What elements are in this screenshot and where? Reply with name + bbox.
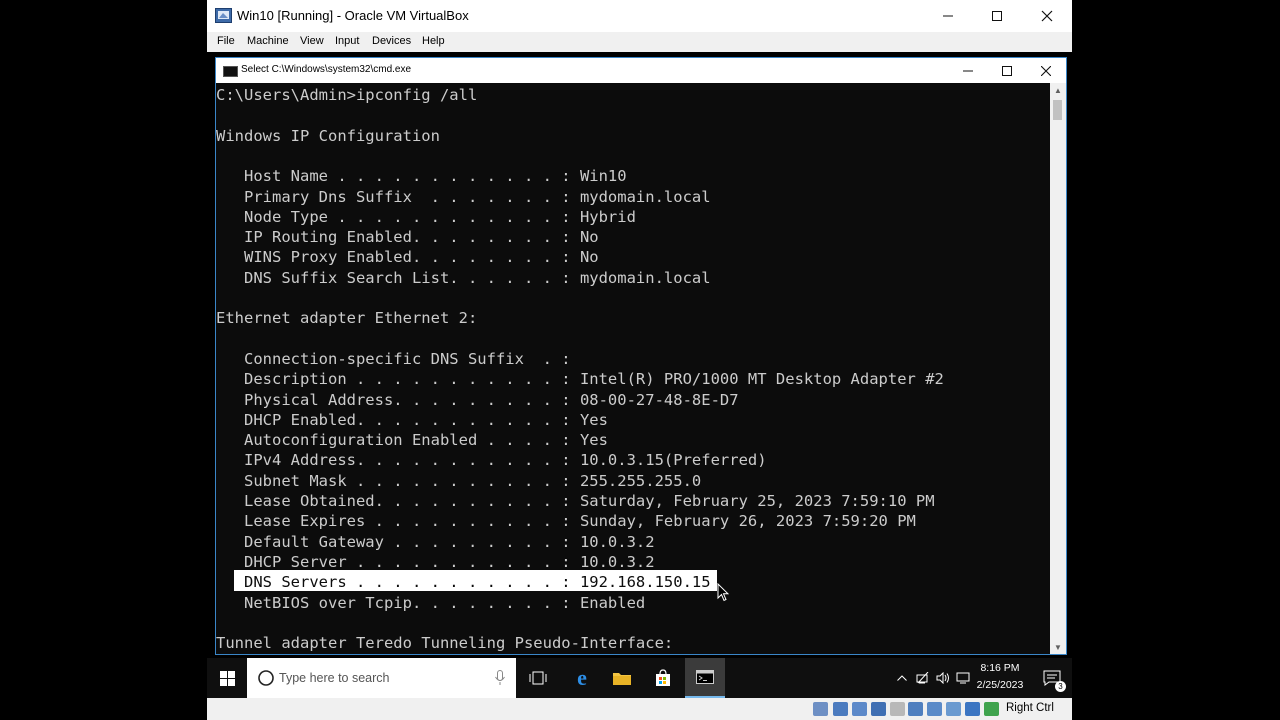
guest-screen[interactable]: Select C:\Windows\system32\cmd.exe C:\Us… [207, 52, 1072, 698]
console-line: C:\Users\Admin>ipconfig /all [216, 86, 478, 104]
cpu-icon[interactable] [965, 702, 980, 716]
console-line: Lease Expires . . . . . . . . . . : Sund… [216, 512, 916, 531]
mouse-integration-icon[interactable] [984, 702, 999, 716]
cmd-app-icon [696, 670, 714, 684]
chevron-up-icon [897, 675, 907, 681]
menu-machine[interactable]: Machine [247, 35, 289, 47]
usb-icon[interactable] [890, 702, 905, 716]
edge-icon: e [577, 665, 587, 690]
cmd-window: Select C:\Windows\system32\cmd.exe C:\Us… [215, 57, 1067, 655]
cmd-title-bar[interactable]: Select C:\Windows\system32\cmd.exe [216, 58, 1066, 83]
virtualbox-status-bar: Right Ctrl [207, 698, 1072, 720]
network-adapter-icon[interactable] [871, 702, 886, 716]
search-circle-icon [258, 670, 274, 686]
close-button[interactable] [1022, 0, 1072, 32]
close-icon [1041, 10, 1053, 22]
network-tray-button[interactable] [913, 658, 933, 698]
scroll-up-icon[interactable]: ▲ [1050, 83, 1066, 97]
menu-file[interactable]: File [217, 35, 235, 47]
window-title: Win10 [Running] - Oracle VM VirtualBox [237, 8, 469, 23]
console-line: IPv4 Address. . . . . . . . . . . : 10.0… [216, 451, 767, 470]
console-line: Connection-specific DNS Suffix . : [216, 349, 571, 368]
optical-drive-icon[interactable] [833, 702, 848, 716]
menu-view[interactable]: View [300, 35, 324, 47]
taskbar-search-box[interactable]: Type here to search [247, 658, 516, 698]
console-line: Host Name . . . . . . . . . . . . : Win1… [216, 167, 627, 186]
maximize-button[interactable] [972, 0, 1022, 32]
host-key-label: Right Ctrl [1006, 702, 1054, 714]
cmd-close-button[interactable] [1026, 58, 1066, 83]
folder-icon [613, 673, 631, 685]
clock-time: 8:16 PM [980, 662, 1020, 674]
file-explorer-button[interactable] [604, 658, 640, 698]
console-line: DHCP Server . . . . . . . . . . . : 10.0… [216, 552, 655, 571]
task-view-icon [529, 671, 547, 685]
virtualbox-icon [215, 8, 232, 23]
console-line: Default Gateway . . . . . . . . . : 10.0… [216, 532, 655, 551]
console-line: Tunnel adapter Teredo Tunneling Pseudo-I… [216, 634, 674, 653]
console-line: Physical Address. . . . . . . . . : 08-0… [216, 390, 739, 409]
menu-help[interactable]: Help [422, 35, 445, 47]
console-line: Node Type . . . . . . . . . . . . : Hybr… [216, 207, 636, 226]
cmd-title: Select C:\Windows\system32\cmd.exe [241, 64, 412, 75]
speaker-icon [936, 672, 949, 684]
console-line: WINS Proxy Enabled. . . . . . . . : No [216, 248, 599, 267]
microphone-icon[interactable] [495, 670, 505, 686]
console-line: Primary Dns Suffix . . . . . . . : mydom… [216, 187, 711, 206]
minimize-icon [963, 70, 973, 71]
windows-logo-icon [219, 670, 235, 686]
console-line: DHCP Enabled. . . . . . . . . . . : Yes [216, 410, 608, 429]
clock-date: 2/25/2023 [976, 679, 1024, 691]
store-button[interactable] [645, 658, 681, 698]
start-button[interactable] [207, 658, 247, 698]
notification-count: 3 [1055, 681, 1066, 692]
taskbar-clock[interactable]: 8:16 PM 2/25/2023 [965, 660, 1035, 694]
console-line: IP Routing Enabled. . . . . . . . : No [216, 228, 599, 247]
console-line: Ethernet adapter Ethernet 2: [216, 309, 478, 328]
minimize-icon [943, 15, 953, 17]
console-line: Autoconfiguration Enabled . . . . : Yes [216, 431, 608, 450]
volume-tray-button[interactable] [933, 658, 953, 698]
console-line: Lease Obtained. . . . . . . . . . : Satu… [216, 492, 935, 510]
close-icon [1041, 65, 1051, 76]
maximize-icon [992, 11, 1002, 21]
edge-button[interactable]: e [564, 658, 600, 698]
task-view-button[interactable] [520, 658, 556, 698]
shared-folders-icon[interactable] [908, 702, 923, 716]
tray-overflow-button[interactable] [893, 658, 911, 698]
console-line: Windows IP Configuration [216, 126, 440, 145]
scroll-down-icon[interactable]: ▼ [1050, 640, 1066, 654]
menu-input[interactable]: Input [335, 35, 359, 47]
cmd-maximize-button[interactable] [987, 58, 1027, 83]
virtualbox-menu-bar: File Machine View Input Devices Help [207, 32, 1072, 52]
audio-icon[interactable] [852, 702, 867, 716]
recording-icon[interactable] [946, 702, 961, 716]
console-line-selected: DNS Servers . . . . . . . . . . . : 192.… [216, 573, 711, 592]
minimize-button[interactable] [923, 0, 973, 32]
display-icon[interactable] [927, 702, 942, 716]
menu-devices[interactable]: Devices [372, 35, 411, 47]
console-line: Description . . . . . . . . . . . : Inte… [216, 370, 944, 389]
mouse-cursor-icon [717, 583, 729, 602]
windows-taskbar: Type here to search e 8:16 PM 2/25/2023 … [207, 658, 1072, 698]
cmd-minimize-button[interactable] [948, 58, 988, 83]
console-line: Subnet Mask . . . . . . . . . . . : 255.… [216, 471, 702, 490]
store-bag-icon [656, 669, 670, 686]
console-line: DNS Suffix Search List. . . . . . : mydo… [216, 268, 711, 287]
virtualbox-window: Win10 [Running] - Oracle VM VirtualBox F… [207, 0, 1072, 720]
cmd-taskbar-button[interactable] [685, 658, 725, 698]
console-line: NetBIOS over Tcpip. . . . . . . . : Enab… [216, 593, 646, 612]
console-scrollbar[interactable]: ▲ ▼ [1050, 83, 1066, 654]
maximize-icon [1002, 65, 1012, 76]
search-placeholder: Type here to search [279, 671, 390, 685]
virtualbox-title-bar[interactable]: Win10 [Running] - Oracle VM VirtualBox [207, 0, 1072, 32]
network-icon [916, 672, 929, 684]
console-output[interactable]: C:\Users\Admin>ipconfig /all Windows IP C… [216, 83, 1050, 654]
scrollbar-thumb[interactable] [1053, 100, 1062, 120]
hard-disk-icon[interactable] [813, 702, 828, 716]
action-center-button[interactable]: 3 [1035, 658, 1069, 698]
cmd-icon [223, 66, 238, 77]
